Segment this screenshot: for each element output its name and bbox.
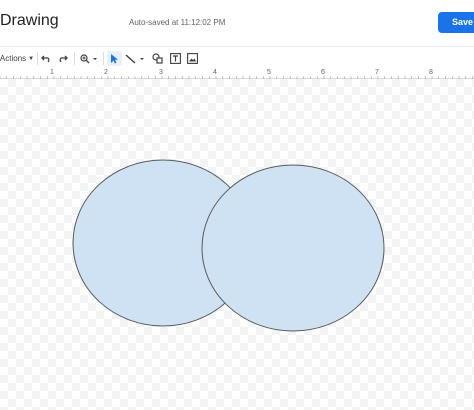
redo-icon [59,55,68,63]
caret-down-icon: ▼ [28,55,35,62]
image-tool-button[interactable] [186,51,199,66]
zoom-button[interactable] [79,51,99,66]
ellipse-shape-right[interactable] [201,164,385,332]
shapes-layer [72,159,385,332]
undo-button[interactable] [40,51,53,66]
toolbar: Actions ▼ [0,46,474,69]
undo-icon [41,55,50,63]
image-icon [187,53,198,64]
horizontal-ruler: 1 2 3 4 5 6 7 8 [0,69,474,79]
textbox-tool-button[interactable] [169,51,182,66]
app-title: Drawing [0,12,59,29]
ruler-label: 8 [429,69,433,76]
autosave-status: Auto-saved at 11:12:02 PM [129,18,226,27]
title-bar: Drawing Auto-saved at 11:12:02 PM Save [0,0,474,46]
toolbar-divider [37,52,38,65]
textbox-icon [170,53,181,64]
ruler-ticks [0,76,473,79]
redo-button[interactable] [56,51,69,66]
ruler-label: 5 [267,69,271,76]
ruler-label: 1 [50,69,54,76]
toolbar-divider [103,52,104,65]
actions-label: Actions [0,54,27,63]
select-icon [111,54,118,64]
ruler-label: 7 [375,69,379,76]
toolbar-divider [74,52,75,65]
line-icon [125,53,144,64]
ruler-label: 4 [213,69,217,76]
save-button[interactable]: Save [438,12,474,33]
ruler-label: 6 [321,69,325,76]
line-tool-button[interactable] [125,51,147,66]
ruler-label: 2 [104,69,108,76]
actions-menu[interactable]: Actions ▼ [0,51,34,66]
select-tool-button[interactable] [107,51,122,66]
shape-icon [152,53,163,64]
ruler-label: 3 [159,69,163,76]
zoom-icon [80,53,97,63]
drawing-canvas[interactable] [0,79,474,410]
shape-tool-button[interactable] [151,51,164,66]
